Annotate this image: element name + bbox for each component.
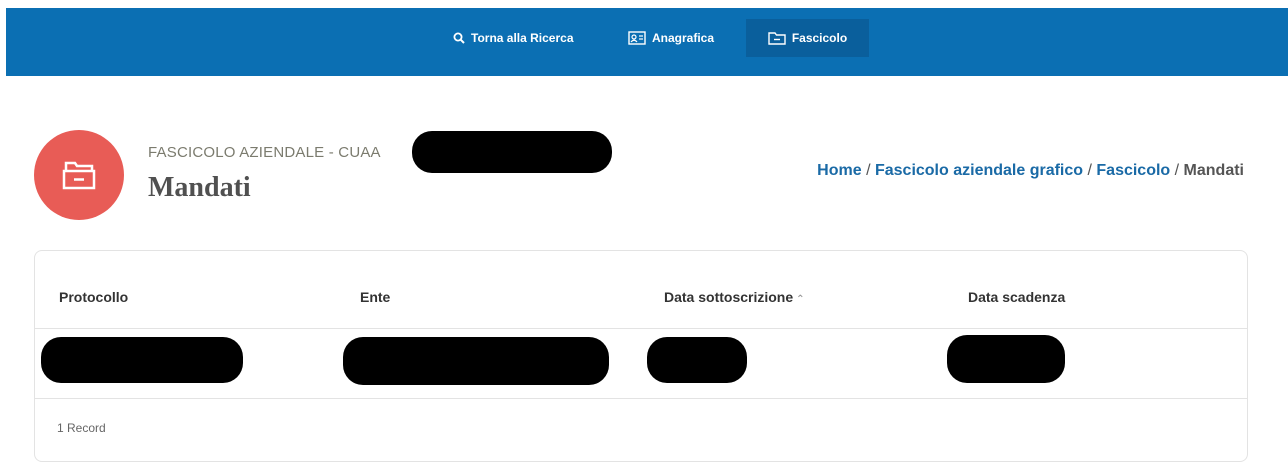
- divider: [35, 398, 1247, 399]
- column-header-ente[interactable]: Ente: [360, 289, 390, 305]
- redacted-data-sottoscrizione: [647, 337, 747, 383]
- breadcrumb-fascicolo[interactable]: Fascicolo: [1096, 162, 1170, 179]
- redacted-protocollo: [41, 337, 243, 383]
- record-count: 1 Record: [57, 421, 106, 435]
- redacted-cuaa: [412, 131, 612, 173]
- column-header-data-scadenza[interactable]: Data scadenza: [968, 289, 1065, 305]
- mandati-table: Protocollo Ente Data sottoscrizione ⌃ Dat…: [34, 250, 1248, 462]
- nav-search-button[interactable]: Torna alla Ricerca: [453, 19, 574, 57]
- breadcrumb-separator: /: [866, 162, 875, 179]
- nav-anagrafica-label: Anagrafica: [652, 31, 715, 45]
- redacted-ente: [343, 337, 609, 385]
- breadcrumb: Home / Fascicolo aziendale grafico / Fas…: [817, 162, 1244, 180]
- divider: [35, 328, 1247, 329]
- column-header-data-sottoscrizione[interactable]: Data sottoscrizione ⌃: [664, 289, 805, 305]
- breadcrumb-separator: /: [1174, 162, 1184, 179]
- breadcrumb-fascicolo-grafico[interactable]: Fascicolo aziendale grafico: [875, 162, 1083, 179]
- column-header-protocollo[interactable]: Protocollo: [59, 289, 128, 305]
- page-subtitle: FASCICOLO AZIENDALE - CUAA: [148, 144, 381, 161]
- nav-search-label: Torna alla Ricerca: [471, 31, 574, 45]
- id-card-icon: [628, 31, 646, 45]
- top-navbar: Torna alla Ricerca Anagrafica Fascicolo: [6, 8, 1288, 76]
- folder-icon: [768, 31, 786, 45]
- nav-fascicolo-tab[interactable]: Fascicolo: [746, 19, 869, 57]
- breadcrumb-current: Mandati: [1183, 162, 1244, 179]
- nav-anagrafica-button[interactable]: Anagrafica: [628, 19, 714, 57]
- folder-open-icon: [34, 130, 124, 220]
- nav-fascicolo-label: Fascicolo: [791, 31, 848, 45]
- column-header-label: Data sottoscrizione: [664, 289, 794, 305]
- search-icon: [453, 32, 465, 44]
- page-title: Mandati: [148, 172, 251, 203]
- breadcrumb-home[interactable]: Home: [817, 162, 861, 179]
- redacted-data-scadenza: [947, 335, 1065, 383]
- sort-asc-icon: ⌃: [796, 294, 805, 305]
